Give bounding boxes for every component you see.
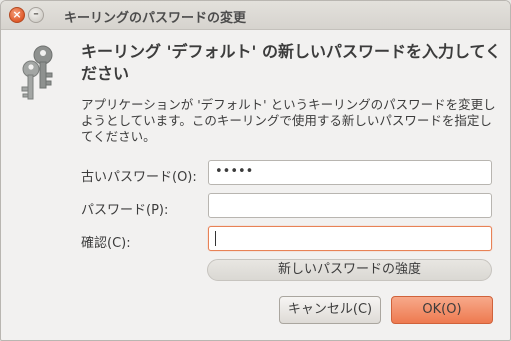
dialog-description: アプリケーションが 'デフォルト' というキーリングのパスワードを変更しようとし… xyxy=(81,97,496,144)
old-password-field[interactable]: ••••• xyxy=(208,160,492,185)
new-password-field[interactable] xyxy=(208,193,492,218)
password-strength-bar: 新しいパスワードの強度 xyxy=(207,259,492,281)
keys-icon xyxy=(21,45,53,100)
title-bar[interactable]: × – キーリングのパスワードの変更 xyxy=(1,1,510,30)
text-caret xyxy=(215,231,216,246)
minimize-button[interactable]: – xyxy=(28,7,44,23)
cancel-button[interactable]: キャンセル(C) xyxy=(279,296,381,324)
old-password-label: 古いパスワード(O): xyxy=(81,170,197,185)
dialog-window: × – キーリングのパスワードの変更 キーリング 'デフォルト' の新しいパスワ… xyxy=(0,0,511,341)
window-title: キーリングのパスワードの変更 xyxy=(64,11,247,26)
close-button[interactable]: × xyxy=(9,7,25,23)
confirm-label: 確認(C): xyxy=(81,236,131,251)
dialog-heading: キーリング 'デフォルト' の新しいパスワードを入力してください xyxy=(81,42,501,83)
password-label: パスワード(P): xyxy=(81,203,169,218)
confirm-password-field[interactable] xyxy=(208,226,492,251)
ok-button[interactable]: OK(O) xyxy=(391,296,493,324)
